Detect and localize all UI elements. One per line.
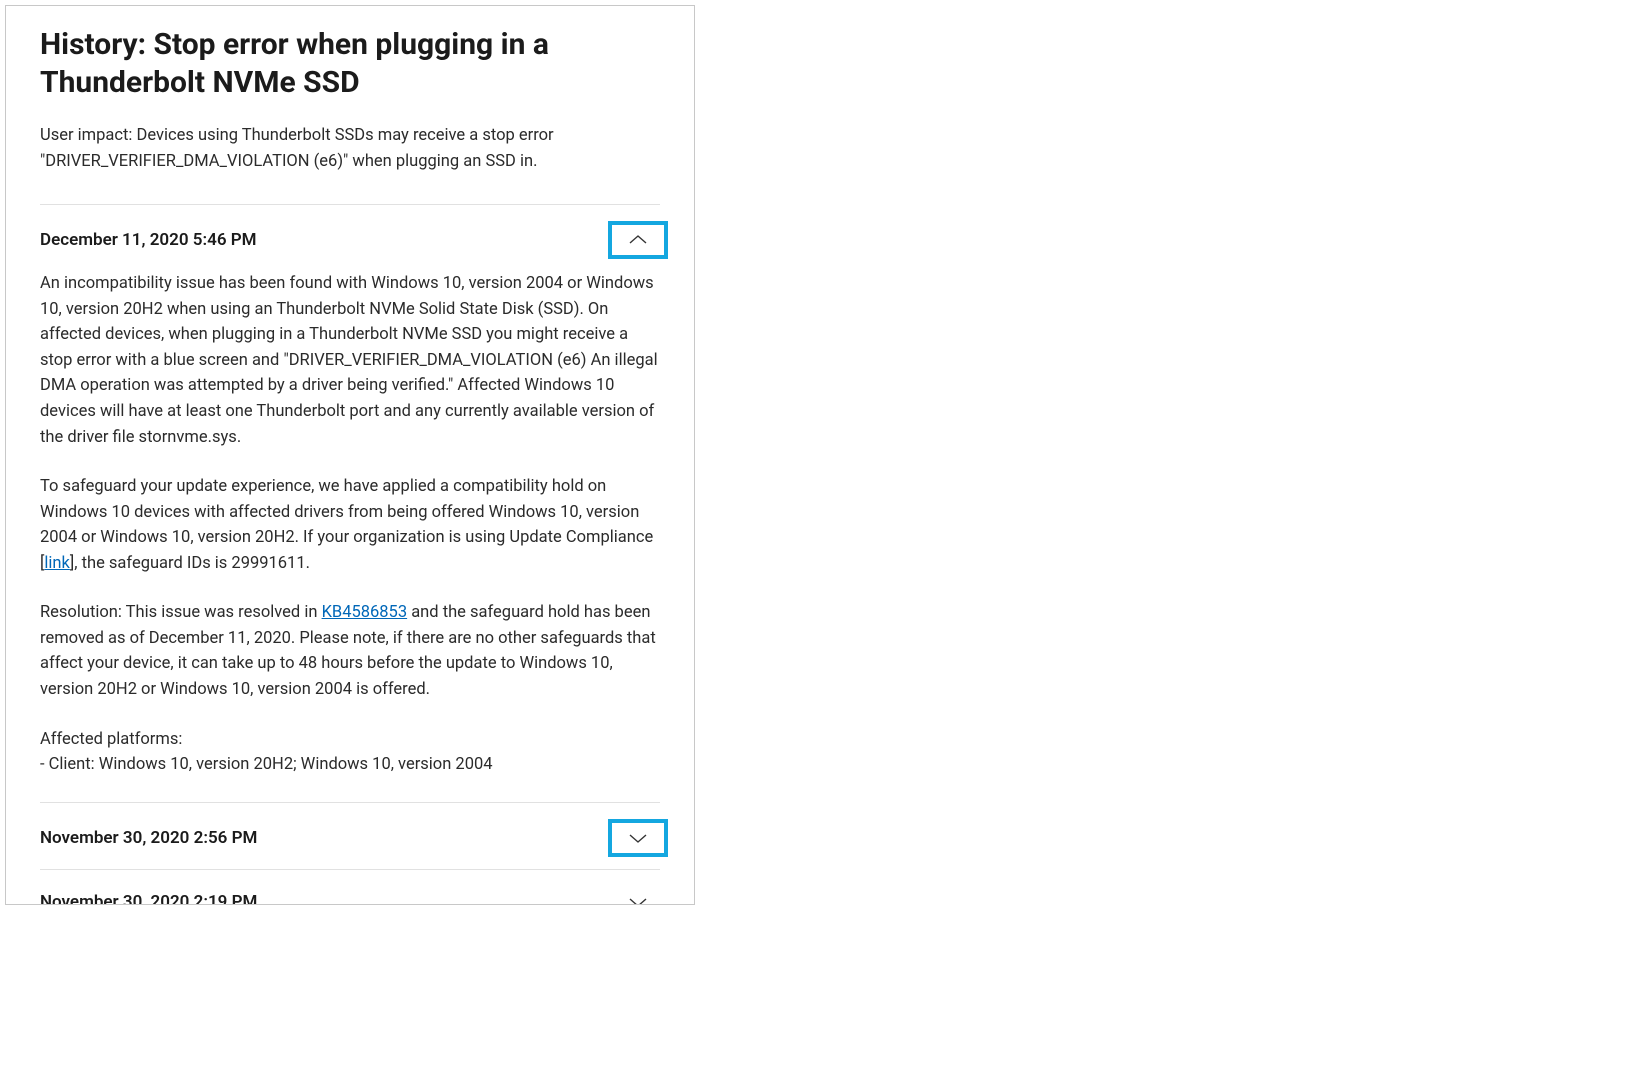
- entry-header-0[interactable]: December 11, 2020 5:46 PM: [40, 205, 660, 271]
- entry-header-1[interactable]: November 30, 2020 2:56 PM: [40, 803, 660, 869]
- page-title: History: Stop error when plugging in a T…: [40, 20, 660, 101]
- chevron-down-icon: [629, 896, 647, 905]
- collapse-button-highlight[interactable]: [608, 221, 668, 259]
- text-fragment: Affected platforms:: [40, 730, 182, 749]
- text-fragment: Resolution: This issue was resolved in: [40, 603, 322, 622]
- text-fragment: ], the safeguard IDs is 29991611.: [70, 554, 310, 573]
- entry-header-2[interactable]: November 30, 2020 2:19 PM: [40, 870, 660, 905]
- kb-link[interactable]: KB4586853: [322, 603, 408, 622]
- chevron-up-icon: [629, 234, 647, 246]
- entry-date: November 30, 2020 2:19 PM: [40, 892, 257, 905]
- text-fragment: - Client: Windows 10, version 20H2; Wind…: [40, 755, 493, 774]
- entry-paragraph: To safeguard your update experience, we …: [40, 474, 660, 576]
- entry-paragraph: An incompatibility issue has been found …: [40, 271, 660, 450]
- user-impact-text: User impact: Devices using Thunderbolt S…: [40, 123, 660, 174]
- entry-date: December 11, 2020 5:46 PM: [40, 230, 257, 250]
- expand-button-highlight[interactable]: [608, 819, 668, 857]
- history-panel: History: Stop error when plugging in a T…: [5, 5, 695, 905]
- entry-paragraph: Resolution: This issue was resolved in K…: [40, 600, 660, 702]
- entry-paragraph: Affected platforms: - Client: Windows 10…: [40, 727, 660, 778]
- entry-date: November 30, 2020 2:56 PM: [40, 828, 257, 848]
- update-compliance-link[interactable]: link: [44, 554, 70, 573]
- chevron-down-icon: [629, 832, 647, 844]
- entry-body-0: An incompatibility issue has been found …: [40, 271, 660, 778]
- expand-button[interactable]: [616, 886, 660, 905]
